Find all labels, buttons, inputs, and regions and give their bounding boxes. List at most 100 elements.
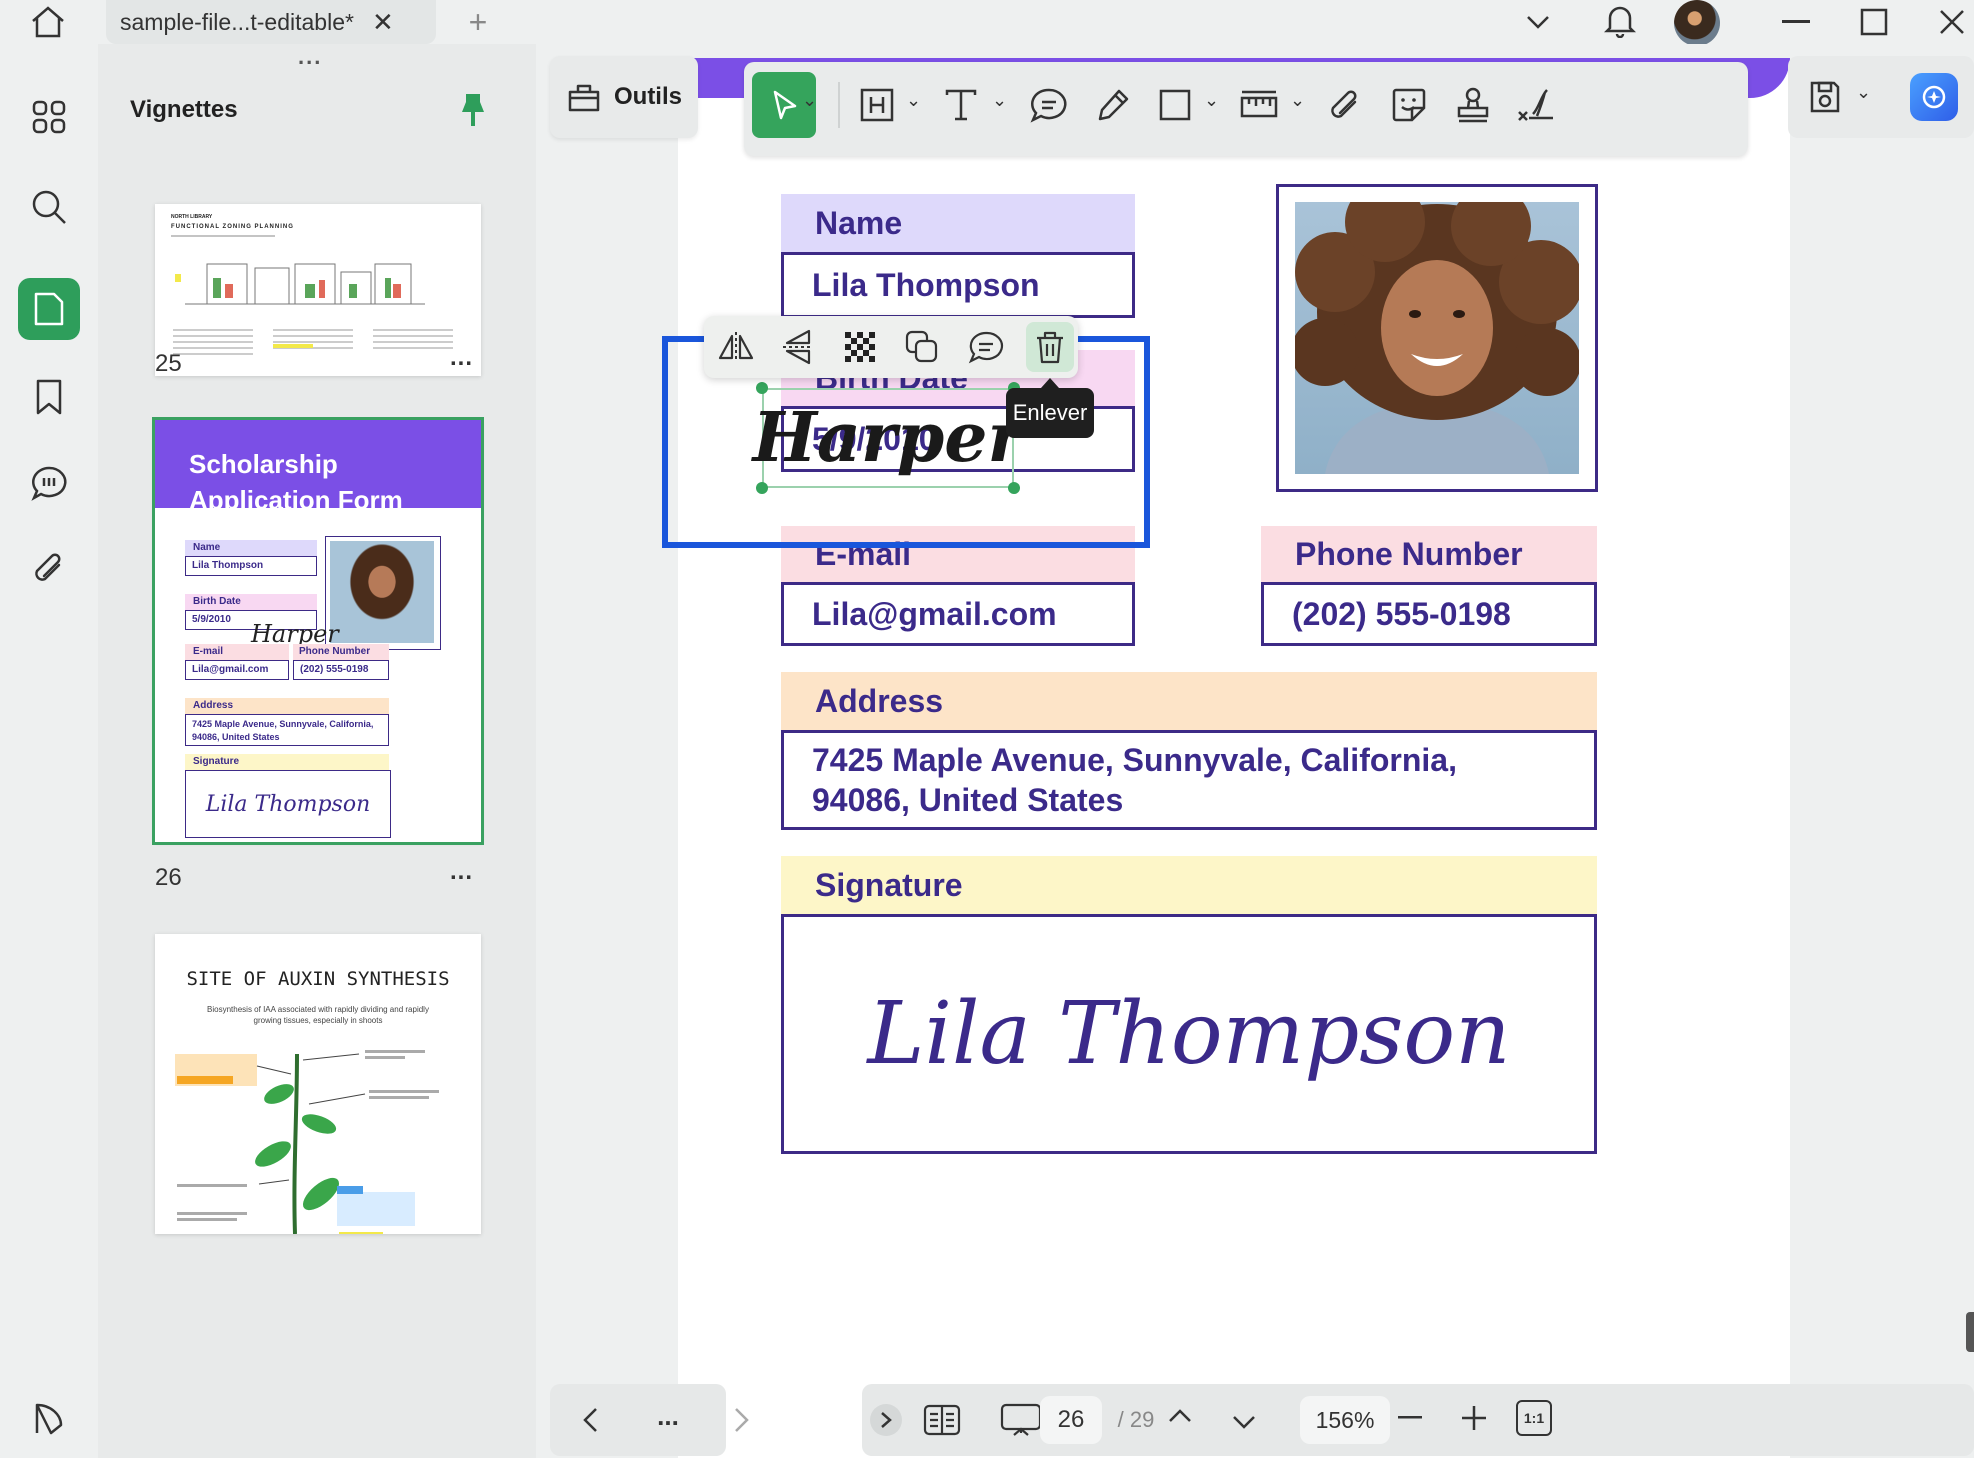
document-area: Outils ⌄ ⌄ ⌄ ⌄ ⌄ ⌄ Name Lila Thompson 5/… (536, 44, 1974, 1458)
tooltip: Enlever (1006, 388, 1094, 438)
phone-field[interactable]: (202) 555-0198 (1261, 582, 1597, 646)
home-icon[interactable] (26, 2, 70, 42)
tooltip-pointer (1041, 378, 1059, 388)
thumb26-email-value: Lila@gmail.com (185, 660, 289, 680)
trash-icon (1037, 331, 1063, 364)
right-toolbar: ⌄ (1788, 56, 1974, 138)
chevron-right-icon[interactable] (722, 1400, 762, 1440)
thumb-more-25[interactable]: ... (450, 344, 473, 372)
delete-button[interactable] (1026, 322, 1074, 372)
chevron-down-icon[interactable]: ⌄ (1856, 82, 1871, 103)
document-tab[interactable]: sample-file...t-editable* ✕ (106, 0, 436, 44)
chevron-down-icon[interactable]: ⌄ (802, 90, 817, 111)
chevron-down-icon[interactable]: ⌄ (1204, 90, 1219, 111)
resize-handle-br[interactable] (1008, 482, 1020, 494)
thumb26-address-label: Address (185, 698, 389, 714)
thumb26-signature-label: Signature (185, 754, 389, 770)
pen-tool-icon[interactable] (1088, 72, 1138, 138)
harper-stamp[interactable]: Harper (753, 388, 1023, 488)
heading-tool-icon[interactable] (854, 72, 900, 138)
name-field[interactable]: Lila Thompson (781, 252, 1135, 318)
save-icon[interactable] (1800, 64, 1850, 130)
panel-drag-handle[interactable]: ... (298, 44, 322, 70)
zoom-in-icon[interactable] (1454, 1398, 1494, 1438)
title-bar: sample-file...t-editable* ✕ + (0, 0, 1974, 46)
sidebar-bottom-icon[interactable] (18, 1388, 80, 1450)
thumbnail-page-25[interactable]: NORTH LIBRARY FUNCTIONAL ZONING PLANNING (155, 204, 481, 376)
minimize-icon[interactable] (1776, 4, 1816, 40)
plus-icon[interactable]: + (458, 4, 498, 40)
scrollbar-thumb[interactable] (1966, 1312, 1974, 1352)
chevron-down-icon[interactable]: ⌄ (1290, 90, 1305, 111)
text-tool-icon[interactable] (938, 72, 984, 138)
chevron-left-icon[interactable] (570, 1400, 610, 1440)
annotation-toolbar: ⌄ ⌄ ⌄ ⌄ ⌄ (744, 62, 1748, 156)
chevron-down-icon[interactable] (1520, 4, 1556, 40)
outils-label: Outils (613, 83, 682, 110)
zoom-value: 156% (1315, 1406, 1375, 1433)
attachment-tool-icon[interactable] (1320, 72, 1370, 138)
thumb26-birth-label: Birth Date (185, 594, 317, 610)
tab-title: sample-file...t-editable* (120, 8, 354, 35)
flip-vertical-icon[interactable] (776, 326, 820, 368)
actual-size-button[interactable]: 1:1 (1516, 1400, 1552, 1436)
comment-icon[interactable] (18, 452, 80, 514)
sticker-tool-icon[interactable] (1384, 72, 1434, 138)
bell-icon[interactable] (1600, 0, 1640, 40)
presentation-icon[interactable] (996, 1398, 1046, 1442)
signature-value: Lila Thompson (867, 984, 1511, 1084)
resize-handle-bl[interactable] (756, 482, 768, 494)
resize-handle-tl[interactable] (756, 382, 768, 394)
thumb26-signature-value: Lila Thompson (185, 770, 391, 838)
bookmark-icon[interactable] (18, 366, 80, 428)
measure-tool-icon[interactable] (1234, 72, 1284, 138)
close-window-icon[interactable] (1932, 4, 1972, 40)
signature-field[interactable]: Lila Thompson (781, 914, 1597, 1154)
applicant-photo[interactable] (1295, 202, 1579, 474)
tooltip-text: Enlever (1012, 400, 1088, 425)
chevron-down-icon[interactable]: ⌄ (992, 90, 1007, 111)
chevron-up-icon[interactable] (1160, 1396, 1200, 1436)
stamp-tool-icon[interactable] (1448, 72, 1498, 138)
address-field[interactable]: 7425 Maple Avenue, Sunnyvale, California… (781, 730, 1597, 830)
opacity-icon[interactable] (838, 326, 882, 368)
rectangle-tool-icon[interactable] (1152, 72, 1198, 138)
flip-horizontal-icon[interactable] (714, 326, 758, 368)
grid-icon[interactable] (18, 86, 80, 148)
maximize-icon[interactable] (1854, 4, 1894, 40)
thumbnail-page-27[interactable]: SITE OF AUXIN SYNTHESIS Biosynthesis of … (155, 934, 481, 1234)
left-rail (0, 44, 98, 1458)
signature-tool-icon[interactable] (1510, 72, 1560, 138)
thumb26-address-value: 7425 Maple Avenue, Sunnyvale, California… (185, 714, 389, 746)
thumb26-phone-value: (202) 555-0198 (293, 660, 389, 680)
chevron-down-icon[interactable]: ⌄ (906, 90, 921, 111)
close-icon[interactable]: ✕ (372, 7, 394, 38)
zoom-out-icon[interactable] (1390, 1398, 1430, 1438)
avatar[interactable] (1674, 0, 1720, 46)
ai-assistant-icon[interactable] (1906, 64, 1962, 130)
thumb-page-number-25: 25 (155, 350, 182, 377)
copy-icon[interactable] (900, 326, 944, 368)
phone-label: Phone Number (1261, 526, 1597, 582)
pin-icon[interactable] (458, 90, 488, 130)
thumb26-name-value: Lila Thompson (185, 556, 317, 576)
reading-mode-icon[interactable] (920, 1398, 964, 1442)
thumbnail-page-26[interactable]: Scholarship Application Form Name Lila T… (152, 417, 484, 845)
thumb27-subtitle: Biosynthesis of IAA associated with rapi… (207, 1005, 429, 1025)
thumb25-heading1: NORTH LIBRARY (171, 214, 213, 220)
comment-tool-icon[interactable] (1024, 72, 1074, 138)
email-field[interactable]: Lila@gmail.com (781, 582, 1135, 646)
search-icon[interactable] (18, 176, 80, 238)
chevron-down-icon[interactable] (1224, 1402, 1264, 1442)
comment-icon[interactable] (964, 326, 1008, 368)
thumb26-title-line1: Scholarship (189, 449, 338, 479)
thumb-more-26[interactable]: ... (450, 858, 473, 886)
outils-button[interactable]: Outils (550, 56, 698, 138)
more-icon[interactable]: ... (648, 1396, 688, 1436)
page-icon[interactable] (18, 278, 80, 340)
page-total: / 29 (1117, 1407, 1155, 1432)
attachment-icon[interactable] (18, 538, 80, 600)
thumb25-illustration (171, 235, 453, 355)
expand-icon[interactable] (870, 1404, 902, 1436)
actual-size-label: 1:1 (1523, 1410, 1545, 1426)
